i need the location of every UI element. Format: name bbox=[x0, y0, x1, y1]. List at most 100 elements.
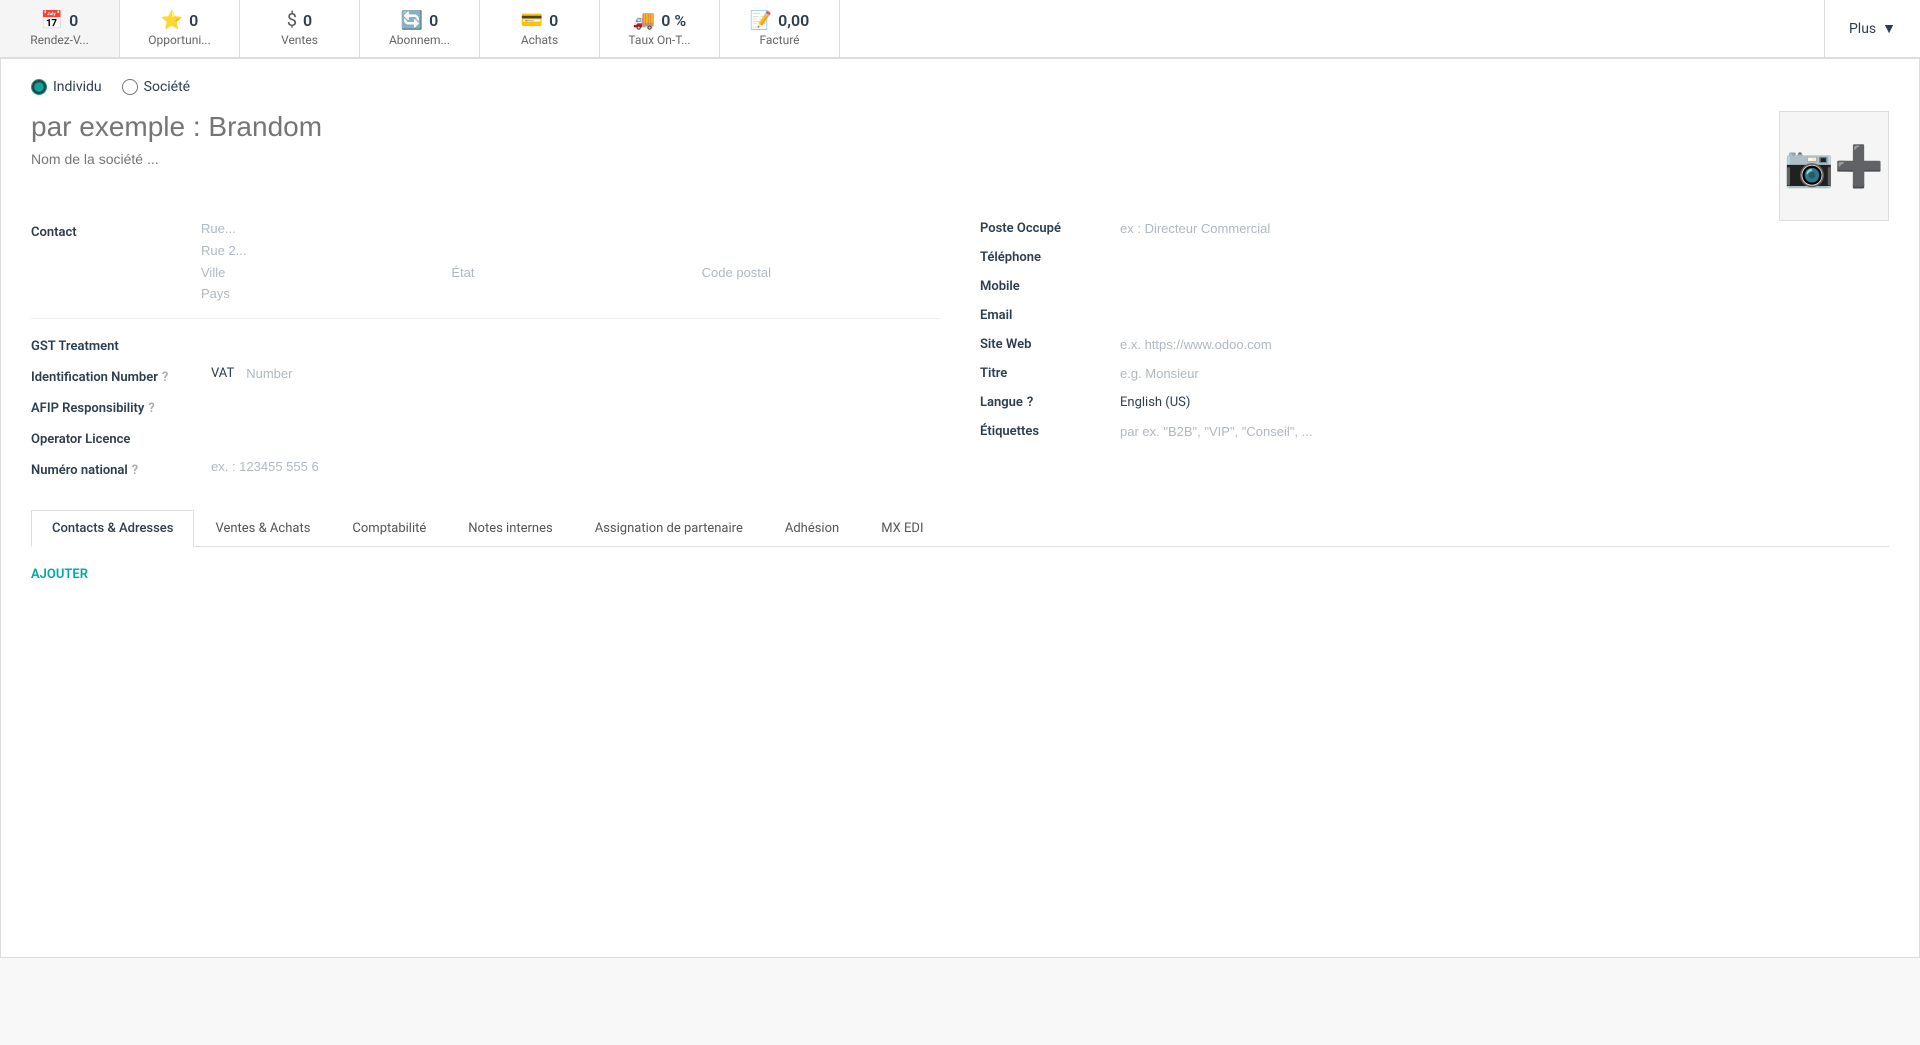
tabs-bar: Contacts & Adresses Ventes & Achats Comp… bbox=[31, 510, 1889, 547]
contact-field-row: Contact bbox=[31, 221, 940, 302]
numero-national-row: Numéro national ? bbox=[31, 459, 940, 478]
abonnements-count: 0 bbox=[429, 11, 438, 30]
rue-input[interactable] bbox=[201, 221, 377, 236]
langue-value: English (US) bbox=[1120, 395, 1190, 410]
operator-licence-label: Operator Licence bbox=[31, 428, 201, 447]
langue-help-icon[interactable]: ? bbox=[1027, 395, 1033, 410]
taux-label: Taux On-T... bbox=[628, 33, 690, 47]
name-input[interactable] bbox=[31, 111, 1779, 143]
poste-occupe-row: Poste Occupé bbox=[980, 221, 1889, 236]
chevron-down-icon: ▼ bbox=[1882, 20, 1896, 37]
ajouter-button[interactable]: AJOUTER bbox=[31, 567, 88, 582]
telephone-row: Téléphone bbox=[980, 250, 1889, 265]
langue-row: Langue ? English (US) bbox=[980, 395, 1889, 410]
abonnements-label: Abonnem... bbox=[389, 33, 450, 47]
email-input[interactable] bbox=[1120, 308, 1889, 323]
titre-label: Titre bbox=[980, 366, 1110, 381]
individu-text: Individu bbox=[53, 79, 102, 95]
titre-input[interactable] bbox=[1120, 366, 1889, 381]
telephone-label: Téléphone bbox=[980, 250, 1110, 265]
radio-individu[interactable] bbox=[31, 79, 47, 95]
operator-licence-row: Operator Licence bbox=[31, 428, 940, 447]
plus-button[interactable]: Plus ▼ bbox=[1824, 0, 1920, 57]
afip-help-icon[interactable]: ? bbox=[148, 401, 154, 416]
topbar-item-ventes[interactable]: $ 0 Ventes bbox=[240, 0, 360, 57]
achats-label: Achats bbox=[521, 33, 558, 47]
facture-count: 0,00 bbox=[778, 11, 809, 30]
rue2-input[interactable] bbox=[201, 243, 377, 258]
rendez-vous-count: 0 bbox=[69, 11, 78, 30]
main-content: Individu Société 📷➕ Contact bbox=[0, 58, 1920, 958]
topbar-item-achats[interactable]: 💳 0 Achats bbox=[480, 0, 600, 57]
topbar-item-abonnements[interactable]: 🔄 0 Abonnem... bbox=[360, 0, 480, 57]
gst-treatment-input[interactable] bbox=[211, 335, 940, 350]
topbar-item-opportunites[interactable]: ⭐ 0 Opportuni... bbox=[120, 0, 240, 57]
company-input[interactable] bbox=[31, 151, 1779, 167]
topbar-item-rendez-vous[interactable]: 📅 0 Rendez-V... bbox=[0, 0, 120, 57]
tab-contacts-adresses[interactable]: Contacts & Adresses bbox=[31, 510, 194, 547]
mobile-label: Mobile bbox=[980, 279, 1110, 294]
radio-societe[interactable] bbox=[122, 79, 138, 95]
top-bar: 📅 0 Rendez-V... ⭐ 0 Opportuni... $ 0 Ven… bbox=[0, 0, 1920, 58]
site-web-input[interactable] bbox=[1120, 337, 1889, 352]
tab-mx-edi[interactable]: MX EDI bbox=[860, 510, 944, 547]
plus-label: Plus bbox=[1849, 21, 1876, 37]
code-postal-input[interactable] bbox=[702, 265, 940, 280]
opportunites-count: 0 bbox=[189, 11, 198, 30]
email-row: Email bbox=[980, 308, 1889, 323]
afip-responsibility-input[interactable] bbox=[211, 397, 940, 412]
ventes-label: Ventes bbox=[281, 33, 318, 47]
etat-input[interactable] bbox=[451, 265, 689, 280]
dollar-icon: $ bbox=[287, 10, 297, 31]
langue-label: Langue ? bbox=[980, 395, 1110, 410]
etiquettes-input[interactable] bbox=[1120, 424, 1889, 439]
telephone-input[interactable] bbox=[1120, 250, 1889, 265]
afip-responsibility-label: AFIP Responsibility ? bbox=[31, 397, 201, 416]
taux-count: 0 % bbox=[661, 11, 686, 30]
pays-input[interactable] bbox=[201, 286, 377, 301]
identification-inputs: VAT bbox=[211, 366, 422, 381]
tab-adhesion[interactable]: Adhésion bbox=[764, 510, 860, 547]
gst-treatment-row: GST Treatment bbox=[31, 335, 940, 354]
afip-responsibility-row: AFIP Responsibility ? bbox=[31, 397, 940, 416]
right-column: Poste Occupé Téléphone Mobile bbox=[980, 221, 1889, 490]
photo-upload-button[interactable]: 📷➕ bbox=[1779, 111, 1889, 221]
site-web-label: Site Web bbox=[980, 337, 1110, 352]
site-web-row: Site Web bbox=[980, 337, 1889, 352]
numero-national-help-icon[interactable]: ? bbox=[132, 463, 138, 478]
tab-assignation-partenaire[interactable]: Assignation de partenaire bbox=[574, 510, 764, 547]
invoice-icon: 📝 bbox=[750, 10, 772, 31]
card-icon: 💳 bbox=[521, 10, 543, 31]
poste-occupe-input[interactable] bbox=[1120, 221, 1889, 236]
camera-icon: 📷➕ bbox=[1784, 143, 1884, 190]
mobile-row: Mobile bbox=[980, 279, 1889, 294]
identification-number-label: Identification Number ? bbox=[31, 366, 201, 385]
ville-input[interactable] bbox=[201, 265, 439, 280]
numero-national-input[interactable] bbox=[211, 459, 940, 474]
gst-treatment-label: GST Treatment bbox=[31, 335, 201, 354]
tab-ventes-achats[interactable]: Ventes & Achats bbox=[194, 510, 331, 547]
topbar-item-facture[interactable]: 📝 0,00 Facturé bbox=[720, 0, 840, 57]
star-icon: ⭐ bbox=[161, 10, 183, 31]
topbar-item-taux[interactable]: 🚚 0 % Taux On-T... bbox=[600, 0, 720, 57]
tab-comptabilite[interactable]: Comptabilité bbox=[331, 510, 447, 547]
type-radio-group: Individu Société bbox=[31, 79, 1889, 95]
tab-content: AJOUTER bbox=[31, 547, 1889, 582]
form-main-section: Contact bbox=[31, 221, 1889, 490]
mobile-input[interactable] bbox=[1120, 279, 1889, 294]
facture-label: Facturé bbox=[759, 33, 799, 47]
radio-individu-label[interactable]: Individu bbox=[31, 79, 102, 95]
radio-societe-label[interactable]: Société bbox=[122, 79, 190, 95]
contact-label: Contact bbox=[31, 221, 201, 240]
tab-notes-internes[interactable]: Notes internes bbox=[447, 510, 573, 547]
identification-help-icon[interactable]: ? bbox=[162, 370, 168, 385]
etiquettes-row: Étiquettes bbox=[980, 424, 1889, 439]
id-number-input[interactable] bbox=[246, 366, 422, 381]
calendar-icon: 📅 bbox=[41, 10, 63, 31]
vat-type-label: VAT bbox=[211, 366, 234, 381]
form-left bbox=[31, 111, 1779, 187]
operator-licence-input[interactable] bbox=[211, 428, 940, 443]
achats-count: 0 bbox=[549, 11, 558, 30]
identification-number-row: Identification Number ? VAT bbox=[31, 366, 940, 385]
email-label: Email bbox=[980, 308, 1110, 323]
